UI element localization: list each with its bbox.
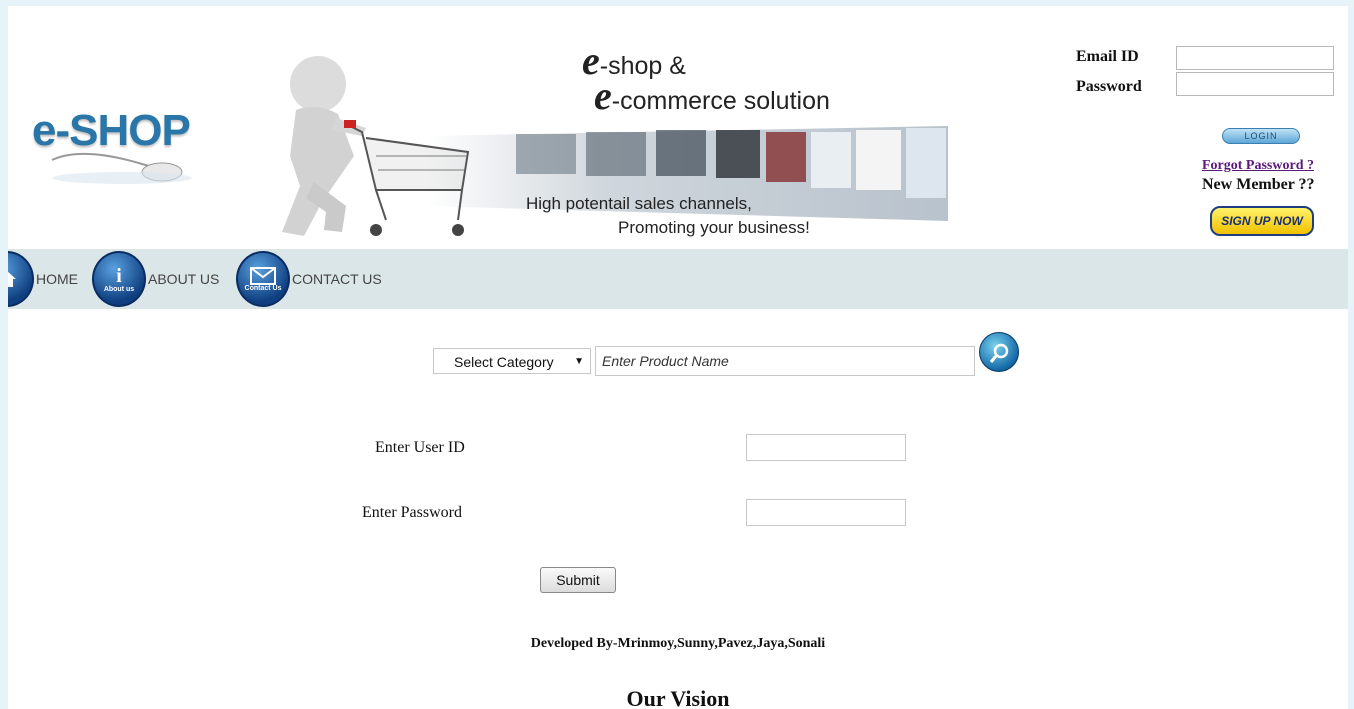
- developer-credits: Developed By-Mrinmoy,Sunny,Pavez,Jaya,So…: [530, 636, 826, 651]
- password-input[interactable]: [746, 499, 906, 526]
- user-id-input[interactable]: [746, 434, 906, 461]
- contact-icon-text: Contact Us: [244, 284, 282, 292]
- search-icon: [989, 343, 1009, 363]
- page: e-SHOP e-shop & e-commerce solution High…: [8, 6, 1348, 709]
- password-label: Password: [1076, 78, 1142, 95]
- home-icon: [8, 251, 34, 307]
- chevron-down-icon: ▼: [574, 356, 584, 367]
- search-button[interactable]: [979, 332, 1019, 372]
- tagline-line1: High potentail sales channels,: [526, 194, 752, 213]
- submit-button[interactable]: Submit: [540, 567, 616, 593]
- nav-bar: HOME i About us ABOUT US Contact Us CONT…: [8, 249, 1348, 309]
- category-select[interactable]: Select Category ▼: [433, 348, 591, 374]
- our-vision-heading: Our Vision: [626, 686, 730, 709]
- banner-title-line2: -commerce solution: [611, 87, 830, 115]
- login-button[interactable]: LOGIN: [1222, 128, 1300, 144]
- nav-item-contact[interactable]: Contact Us CONTACT US: [236, 249, 382, 309]
- product-name-input[interactable]: Enter Product Name: [595, 346, 975, 376]
- user-id-label: Enter User ID: [375, 439, 465, 456]
- tagline-line2: Promoting your business!: [618, 218, 810, 237]
- banner-title: e-shop & e-commerce solution: [582, 41, 830, 118]
- nav-item-about[interactable]: i About us ABOUT US: [92, 249, 219, 309]
- new-member-text: New Member ??: [1202, 176, 1315, 193]
- category-selected-value: Select Category: [454, 354, 554, 370]
- forgot-password-link[interactable]: Forgot Password ?: [1202, 158, 1314, 174]
- banner-e-glyph: e: [594, 73, 612, 118]
- password-field[interactable]: [1176, 72, 1334, 96]
- header-banner: e-shop & e-commerce solution High potent…: [226, 6, 948, 249]
- eshop-logo[interactable]: e-SHOP: [22, 86, 222, 196]
- envelope-icon: Contact Us: [236, 251, 290, 307]
- nav-label-contact: CONTACT US: [292, 271, 382, 287]
- info-icon: i About us: [92, 251, 146, 307]
- email-label: Email ID: [1076, 48, 1139, 65]
- banner-tagline: High potentail sales channels, Promoting…: [526, 192, 810, 240]
- mouse-icon: [51, 152, 192, 184]
- banner-title-line1: -shop &: [599, 52, 686, 80]
- about-icon-text: About us: [103, 285, 135, 293]
- nav-item-home[interactable]: HOME: [8, 249, 78, 309]
- nav-label-about: ABOUT US: [148, 271, 220, 287]
- email-field[interactable]: [1176, 46, 1334, 70]
- signup-button[interactable]: SIGN UP NOW: [1210, 206, 1314, 236]
- nav-label-home: HOME: [36, 271, 78, 287]
- password-label: Enter Password: [362, 504, 462, 521]
